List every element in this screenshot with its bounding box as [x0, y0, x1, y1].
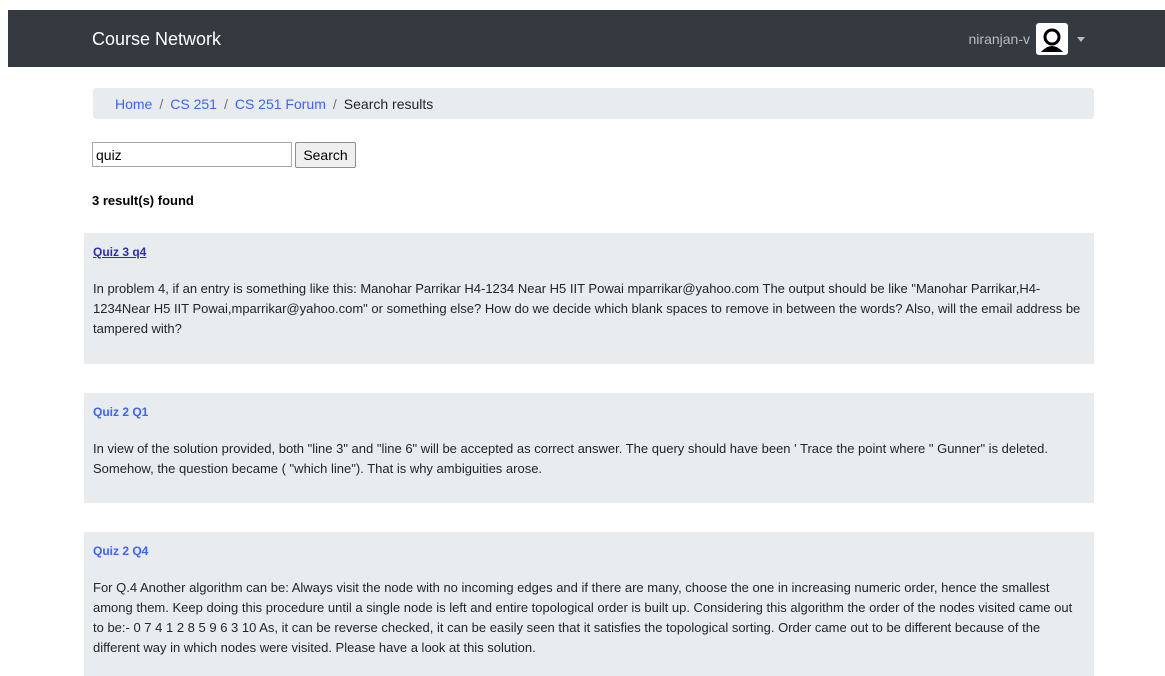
result-body: For Q.4 Another algorithm can be: Always… [93, 580, 1073, 655]
breadcrumb-separator: / [223, 95, 228, 112]
top-navbar: Course Network niranjan-v [8, 10, 1165, 67]
result-body: In problem 4, if an entry is something l… [93, 281, 1081, 336]
user-avatar-icon [1036, 23, 1068, 55]
search-result-item: Quiz 3 q4 In problem 4, if an entry is s… [84, 233, 1094, 364]
breadcrumb-separator: / [159, 95, 164, 112]
search-result-item: Quiz 2 Q4 For Q.4 Another algorithm can … [84, 532, 1094, 676]
breadcrumb-current: Search results [343, 95, 434, 112]
breadcrumb: Home / CS 251 / CS 251 Forum / Search re… [93, 88, 1094, 119]
result-body: In view of the solution provided, both "… [93, 441, 1048, 476]
result-title-link[interactable]: Quiz 3 q4 [93, 244, 1084, 260]
breadcrumb-separator: / [332, 95, 337, 112]
username-label: niranjan-v [968, 31, 1030, 47]
search-input[interactable] [92, 142, 292, 167]
result-title-link[interactable]: Quiz 2 Q4 [93, 543, 1084, 559]
user-menu-toggle[interactable]: niranjan-v [969, 23, 1085, 55]
breadcrumb-home[interactable]: Home [115, 96, 152, 112]
caret-down-icon [1077, 36, 1085, 42]
result-count: 3 result(s) found [92, 193, 194, 208]
result-title-link[interactable]: Quiz 2 Q1 [93, 404, 1084, 420]
breadcrumb-forum[interactable]: CS 251 Forum [235, 96, 326, 112]
brand-link[interactable]: Course Network [92, 29, 221, 50]
search-result-item: Quiz 2 Q1 In view of the solution provid… [84, 393, 1094, 503]
search-button[interactable]: Search [295, 142, 356, 168]
breadcrumb-course[interactable]: CS 251 [170, 96, 217, 112]
